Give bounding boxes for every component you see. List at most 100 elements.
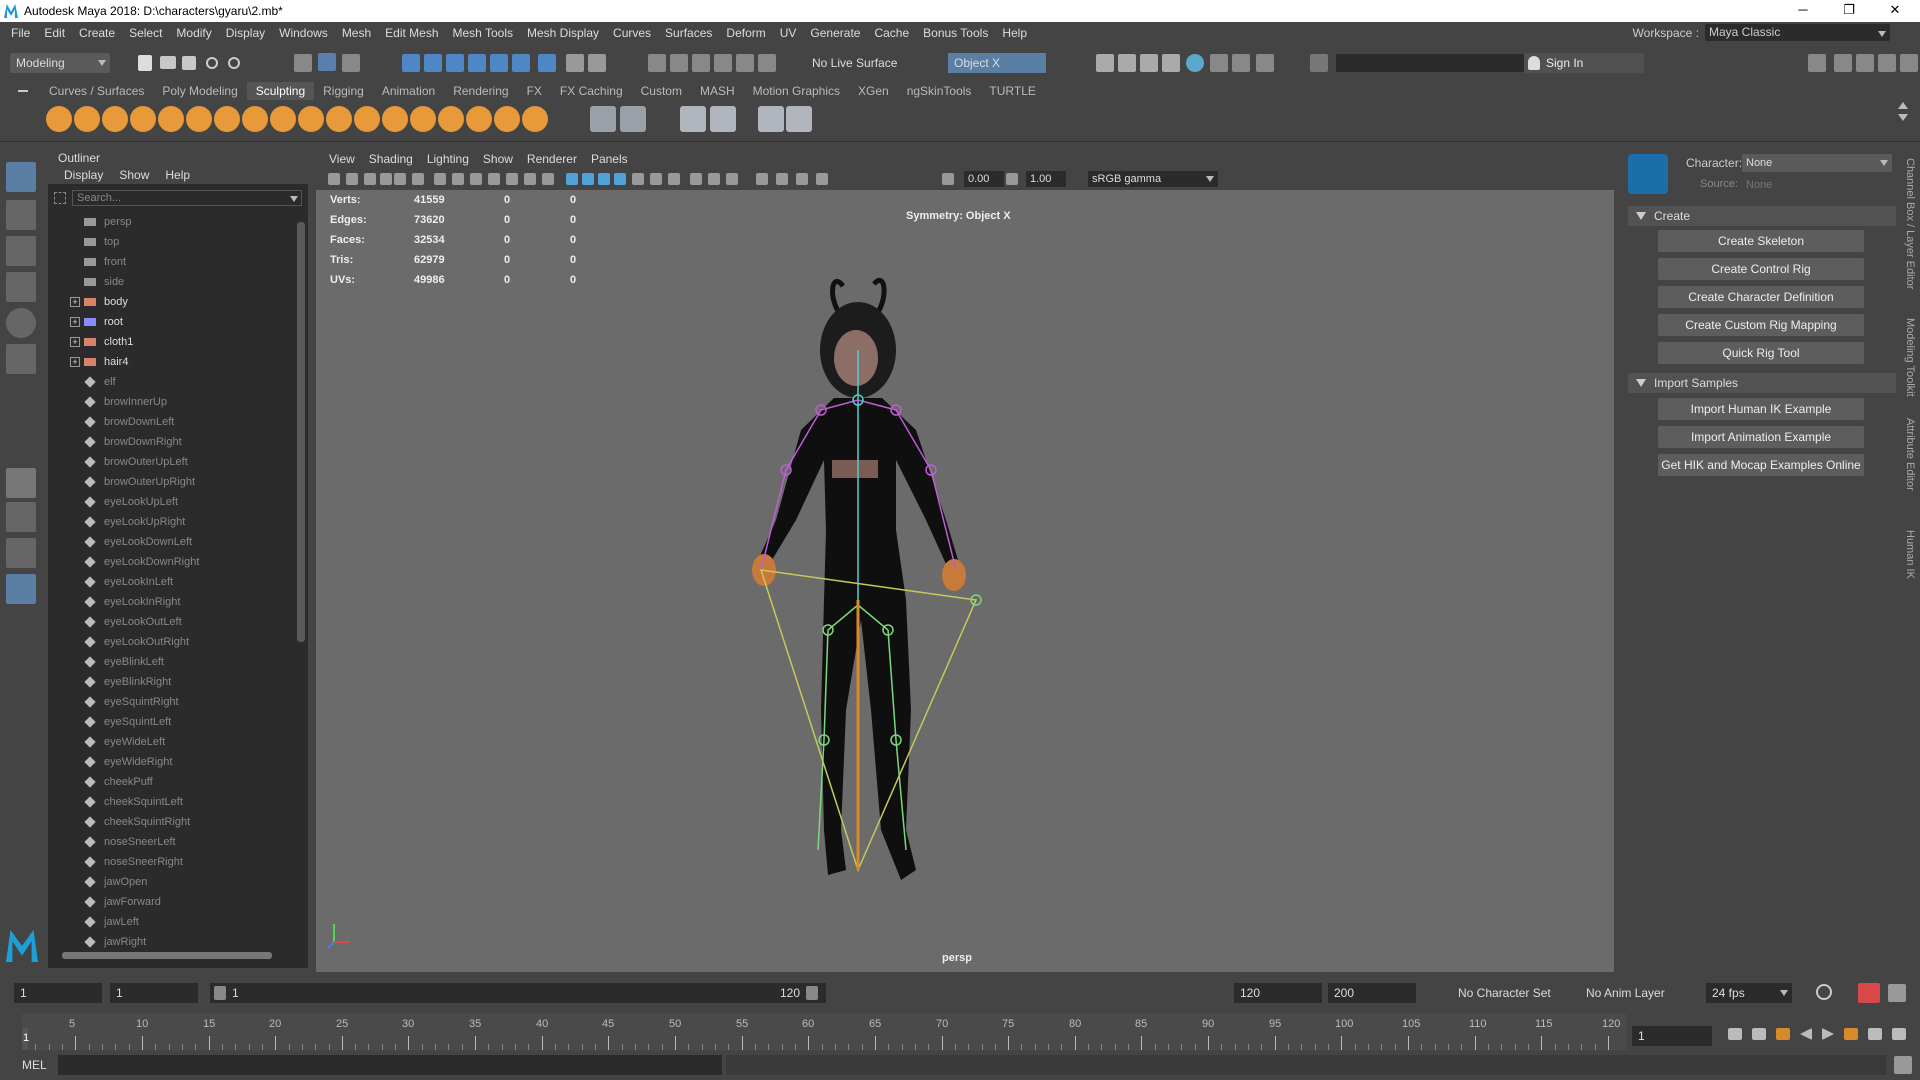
bulge-brush-icon[interactable] [466, 106, 492, 132]
viewport-menu-renderer[interactable]: Renderer [520, 150, 584, 168]
make-live-icon[interactable] [736, 54, 754, 72]
foamy-brush-icon[interactable] [214, 106, 240, 132]
outliner-menu-help[interactable]: Help [157, 166, 198, 184]
single-perspective-layout-icon[interactable] [6, 468, 36, 498]
shelf-tab-animation[interactable]: Animation [373, 82, 444, 100]
outliner-item-cheeksquintright[interactable]: cheekSquintRight [48, 812, 293, 832]
outliner-item-root[interactable]: + root [48, 312, 293, 332]
step-back-key-icon[interactable] [1776, 1028, 1790, 1040]
animation-preferences-icon[interactable] [1888, 984, 1906, 1002]
paint-select-tool-icon[interactable] [6, 236, 36, 266]
hypershade-icon[interactable] [1186, 54, 1204, 72]
import-human-ik-example-button[interactable]: Import Human IK Example [1658, 398, 1864, 420]
outliner-item-eyewideleft[interactable]: eyeWideLeft [48, 732, 293, 752]
grid-icon[interactable] [434, 173, 446, 185]
menu-item-generate[interactable]: Generate [803, 26, 867, 40]
anim-end-field[interactable]: 120 [1234, 983, 1322, 1003]
snap-pivot-icon[interactable] [538, 54, 556, 72]
snap-curve-icon[interactable] [424, 54, 442, 72]
shelf-menu-icon[interactable] [18, 90, 28, 92]
range-start-handle[interactable] [214, 986, 226, 1000]
shelf-tab-sculpting[interactable]: Sculpting [246, 82, 315, 100]
outliner-item-nosesneerleft[interactable]: noseSneerLeft [48, 832, 293, 852]
current-time-indicator[interactable]: 1 [22, 1028, 29, 1050]
import-animation-example-button[interactable]: Import Animation Example [1658, 426, 1864, 448]
menu-item-cache[interactable]: Cache [867, 26, 916, 40]
wireframe-on-shaded-icon[interactable] [598, 173, 610, 185]
xray-components-icon[interactable] [816, 173, 828, 185]
create-skeleton-button[interactable]: Create Skeleton [1658, 230, 1864, 252]
menu-item-mesh-tools[interactable]: Mesh Tools [446, 26, 520, 40]
side-tab-modeling-toolkit[interactable]: Modeling Toolkit [1904, 318, 1916, 397]
menu-item-select[interactable]: Select [122, 26, 169, 40]
wireframe-icon[interactable] [566, 173, 578, 185]
outliner-menu-show[interactable]: Show [111, 166, 157, 184]
outliner-item-front[interactable]: front [48, 252, 293, 272]
outliner-item-eyelookinleft[interactable]: eyeLookInLeft [48, 572, 293, 592]
side-tab-human-ik[interactable]: Human IK [1904, 530, 1916, 579]
shelf-tab-custom[interactable]: Custom [632, 82, 691, 100]
outliner-item-persp[interactable]: persp [48, 212, 293, 232]
resolution-gate-icon[interactable] [470, 173, 482, 185]
outliner-item-cloth1[interactable]: + cloth1 [48, 332, 293, 352]
create-custom-rig-mapping-button[interactable]: Create Custom Rig Mapping [1658, 314, 1864, 336]
xray-joints-icon[interactable] [796, 173, 808, 185]
outliner-item-top[interactable]: top [48, 232, 293, 252]
outliner-item-browinnerup[interactable]: browInnerUp [48, 392, 293, 412]
new-scene-icon[interactable] [138, 55, 152, 71]
relax-brush-icon[interactable] [102, 106, 128, 132]
viewport-menu-panels[interactable]: Panels [584, 150, 635, 168]
shelf-tab-fx-caching[interactable]: FX Caching [551, 82, 632, 100]
spray-brush-icon[interactable] [242, 106, 268, 132]
viewport-menu-lighting[interactable]: Lighting [420, 150, 476, 168]
menu-item-modify[interactable]: Modify [169, 26, 218, 40]
outliner-item-eyelookdownright[interactable]: eyeLookDownRight [48, 552, 293, 572]
repeat-brush-icon[interactable] [270, 106, 296, 132]
menu-item-surfaces[interactable]: Surfaces [658, 26, 719, 40]
colorspace-dropdown[interactable]: sRGB gamma [1088, 171, 1218, 187]
open-scene-icon[interactable] [160, 56, 176, 69]
menu-item-windows[interactable]: Windows [272, 26, 335, 40]
pinch-brush-icon[interactable] [158, 106, 184, 132]
snapshot-icon[interactable] [714, 54, 732, 72]
attribute-editor-icon[interactable] [1856, 54, 1874, 72]
shelf-scroll-down-icon[interactable] [1898, 114, 1908, 121]
grab-brush-icon[interactable] [130, 106, 156, 132]
expand-icon[interactable]: + [70, 337, 80, 347]
depth-of-field-icon[interactable] [726, 173, 738, 185]
snap-view-plane-icon[interactable] [468, 54, 486, 72]
camera-attributes-icon[interactable] [346, 173, 358, 185]
viewport-menu-view[interactable]: View [322, 150, 362, 168]
shelf-tab-poly-modeling[interactable]: Poly Modeling [153, 82, 246, 100]
render-frame-icon[interactable] [1096, 54, 1114, 72]
go-to-end-icon[interactable] [1892, 1028, 1906, 1040]
scale-tool-icon[interactable] [6, 344, 36, 374]
outliner-item-eyelookinright[interactable]: eyeLookInRight [48, 592, 293, 612]
save-scene-icon[interactable] [182, 56, 196, 70]
isolate-select-icon[interactable] [756, 173, 768, 185]
quick-rig-tool-button[interactable]: Quick Rig Tool [1658, 342, 1864, 364]
bookmarks-icon[interactable] [364, 173, 376, 185]
anim-layer-dropdown[interactable]: No Anim Layer [1582, 984, 1665, 1002]
fps-dropdown[interactable]: 24 fps [1706, 983, 1792, 1003]
outliner-item-eyeblinkleft[interactable]: eyeBlinkLeft [48, 652, 293, 672]
outliner-item-elf[interactable]: elf [48, 372, 293, 392]
film-gate-icon[interactable] [452, 173, 464, 185]
lock-icon[interactable] [566, 54, 584, 72]
smooth-shade-icon[interactable] [582, 173, 594, 185]
expand-icon[interactable]: + [70, 297, 80, 307]
outliner-item-eyelookupright[interactable]: eyeLookUpRight [48, 512, 293, 532]
anti-aliasing-icon[interactable] [708, 173, 720, 185]
outliner-item-browouterupright[interactable]: browOuterUpRight [48, 472, 293, 492]
outliner-item-eyelookupleft[interactable]: eyeLookUpLeft [48, 492, 293, 512]
shelf-tab-motion-graphics[interactable]: Motion Graphics [744, 82, 849, 100]
time-slider[interactable]: 5 10 15 20 25 30 35 40 45 50 55 60 65 70 75 80 85 90 95 100… [0, 1010, 1920, 1052]
get-hik-and-mocap-examples-online-button[interactable]: Get HIK and Mocap Examples Online [1658, 454, 1864, 476]
exposure-field[interactable]: 0.00 [964, 171, 1004, 187]
viewport-panel[interactable]: View Shading Lighting Show Renderer Panels 0.… [316, 150, 1614, 972]
scrape-brush-icon[interactable] [354, 106, 380, 132]
expand-icon[interactable]: + [70, 317, 80, 327]
image-plane-icon[interactable] [380, 173, 392, 185]
menu-item-mesh-display[interactable]: Mesh Display [520, 26, 606, 40]
hik-logo-icon[interactable] [1628, 154, 1668, 194]
